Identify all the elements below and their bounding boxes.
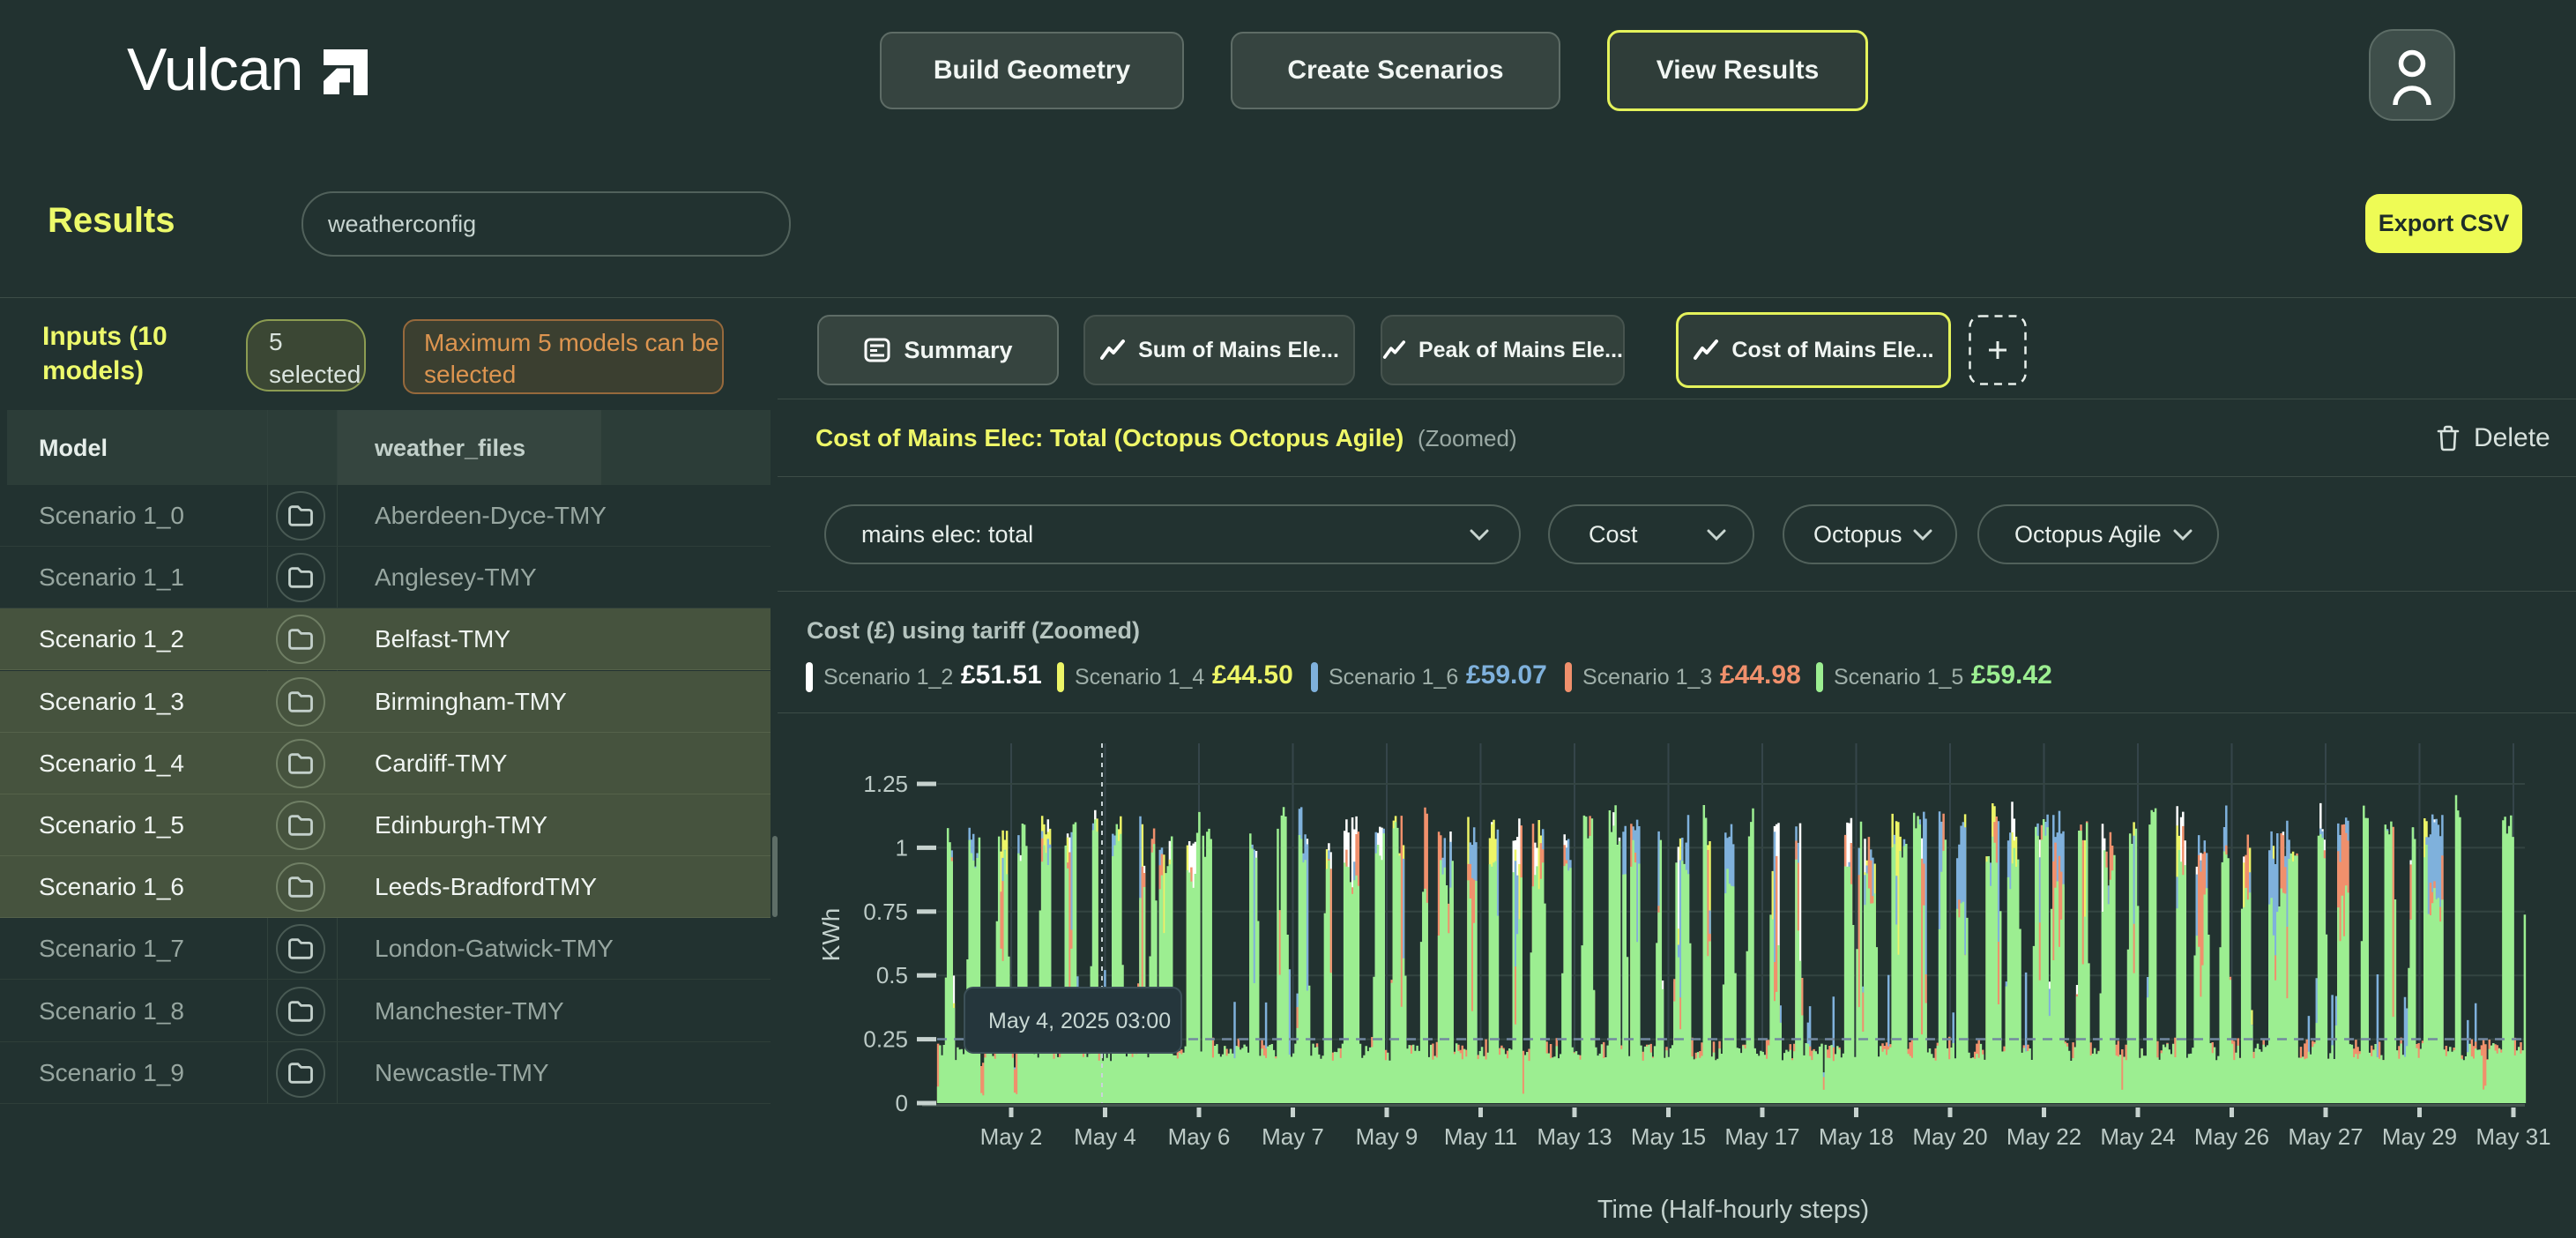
svg-text:May 4: May 4 bbox=[1074, 1123, 1136, 1150]
svg-text:May 24: May 24 bbox=[2100, 1123, 2175, 1150]
svg-text:May 9: May 9 bbox=[1356, 1123, 1418, 1150]
svg-text:0.5: 0.5 bbox=[876, 962, 908, 988]
svg-text:May 20: May 20 bbox=[1912, 1123, 1987, 1150]
svg-text:May 22: May 22 bbox=[2006, 1123, 2081, 1150]
svg-text:1: 1 bbox=[896, 834, 908, 861]
svg-text:May 15: May 15 bbox=[1631, 1123, 1706, 1150]
svg-text:May 4, 2025 03:00: May 4, 2025 03:00 bbox=[988, 1009, 1171, 1033]
svg-text:May 13: May 13 bbox=[1537, 1123, 1612, 1150]
svg-text:0.75: 0.75 bbox=[863, 899, 908, 925]
svg-text:May 27: May 27 bbox=[2288, 1123, 2363, 1150]
svg-text:0.25: 0.25 bbox=[863, 1026, 908, 1053]
svg-text:May 31: May 31 bbox=[2475, 1123, 2550, 1150]
svg-text:Time (Half-hourly steps): Time (Half-hourly steps) bbox=[1597, 1196, 1869, 1224]
svg-text:May 7: May 7 bbox=[1262, 1123, 1324, 1150]
svg-text:0: 0 bbox=[896, 1090, 908, 1116]
svg-text:May 6: May 6 bbox=[1168, 1123, 1231, 1150]
svg-text:1.25: 1.25 bbox=[863, 771, 908, 797]
svg-text:May 2: May 2 bbox=[980, 1123, 1043, 1150]
svg-text:KWh: KWh bbox=[817, 908, 845, 962]
svg-text:May 17: May 17 bbox=[1724, 1123, 1799, 1150]
svg-text:May 11: May 11 bbox=[1444, 1123, 1517, 1150]
svg-text:May 26: May 26 bbox=[2194, 1123, 2269, 1150]
svg-text:May 18: May 18 bbox=[1819, 1123, 1894, 1150]
svg-text:May 29: May 29 bbox=[2382, 1123, 2457, 1150]
